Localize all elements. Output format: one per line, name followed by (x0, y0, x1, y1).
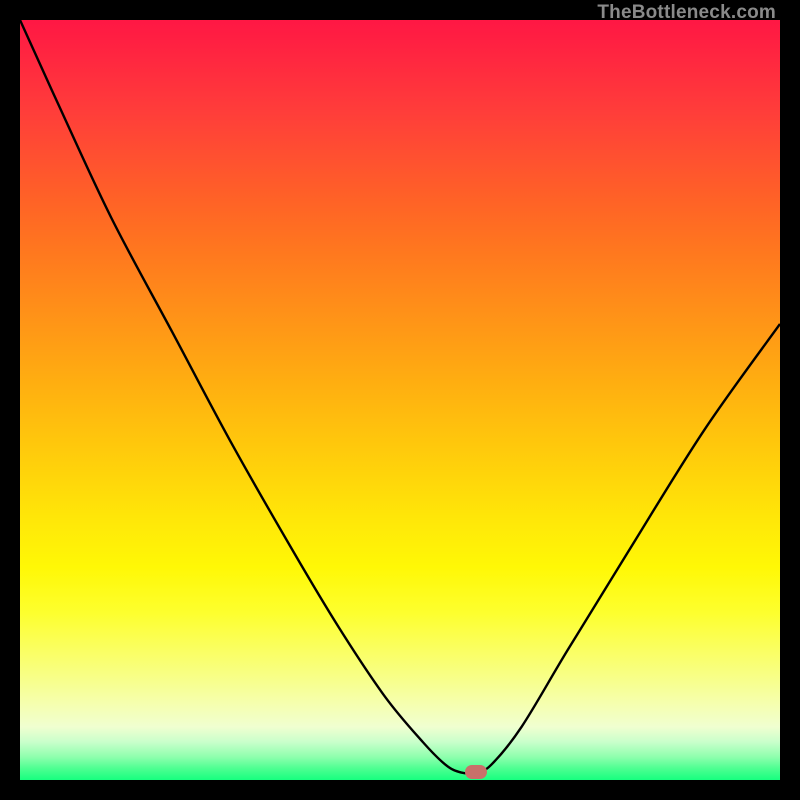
plot-area (20, 20, 780, 780)
curve-svg (20, 20, 780, 780)
bottleneck-curve-path (20, 20, 780, 773)
optimal-marker (465, 765, 487, 779)
chart-container: TheBottleneck.com (0, 0, 800, 800)
